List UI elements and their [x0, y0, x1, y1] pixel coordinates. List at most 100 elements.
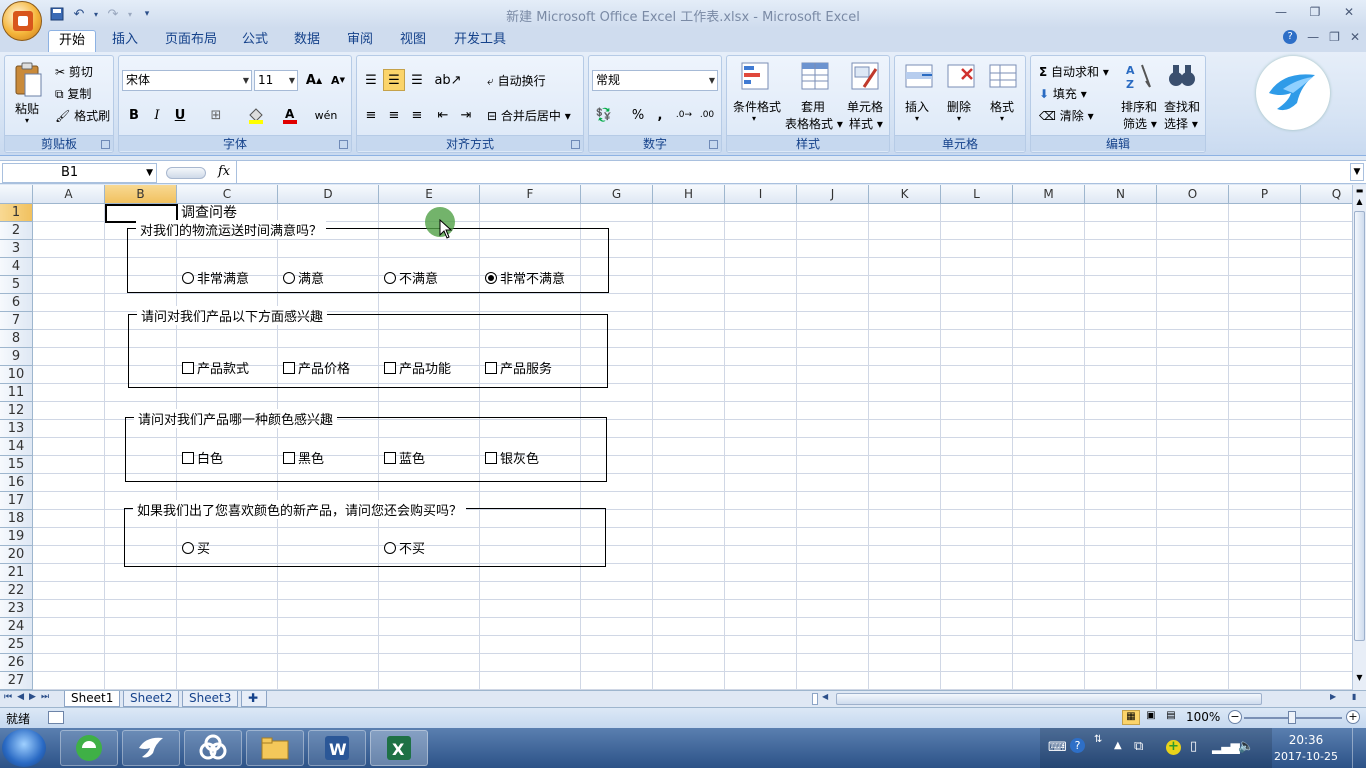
scroll-up-icon[interactable]: ▲ — [1354, 197, 1365, 209]
currency-icon[interactable]: 💱 — [593, 104, 615, 126]
sort-filter-button[interactable]: 筛选 ▾ — [1123, 115, 1157, 132]
column-header[interactable]: K — [869, 185, 941, 204]
tray-help-icon[interactable]: ? — [1070, 738, 1085, 753]
column-header[interactable]: G — [581, 185, 653, 204]
row-header[interactable]: 8 — [0, 330, 33, 348]
wrap-text-button[interactable]: ⤶ 自动换行 — [487, 72, 546, 89]
align-right-icon[interactable]: ≡ — [406, 104, 428, 126]
format-as-table-line1[interactable]: 套用 — [801, 98, 825, 115]
save-icon[interactable] — [48, 5, 66, 23]
cell-styles-line1[interactable]: 单元格 — [847, 98, 883, 115]
q1-option-1[interactable]: 非常满意 — [182, 268, 249, 287]
formula-input[interactable] — [236, 161, 1350, 183]
row-header[interactable]: 13 — [0, 420, 33, 438]
scroll-right-icon[interactable]: ▶ — [1330, 692, 1336, 701]
row-header[interactable]: 10 — [0, 366, 33, 384]
h-split-icon[interactable]: ▮ — [1352, 692, 1356, 701]
tab-split-handle[interactable] — [812, 693, 818, 705]
align-center-icon[interactable]: ≡ — [383, 104, 405, 126]
column-header[interactable]: A — [33, 185, 105, 204]
sheet-tab-1[interactable]: Sheet1 — [64, 691, 121, 707]
tab-insert[interactable]: 插入 — [102, 30, 148, 52]
doc-restore-icon[interactable]: ❐ — [1329, 30, 1340, 44]
taskbar-bird-icon[interactable] — [122, 730, 180, 766]
vertical-scroll-thumb[interactable] — [1354, 211, 1365, 641]
number-launcher-icon[interactable] — [709, 140, 718, 149]
q3-option-4[interactable]: 银灰色 — [485, 448, 539, 467]
format-painter-button[interactable]: 🖌 格式刷 — [55, 107, 110, 124]
tray-signal-icon[interactable]: ▂▄▆ — [1212, 740, 1240, 754]
column-header[interactable]: Q — [1301, 185, 1352, 204]
copy-button[interactable]: ⧉ 复制 — [55, 85, 91, 102]
tray-arrow-icon[interactable]: ▲ — [1114, 740, 1122, 751]
taskbar-folder-icon[interactable] — [246, 730, 304, 766]
row-header[interactable]: 15 — [0, 456, 33, 474]
column-header[interactable]: I — [725, 185, 797, 204]
alignment-launcher-icon[interactable] — [571, 140, 580, 149]
row-header[interactable]: 3 — [0, 240, 33, 258]
tray-network-device-icon[interactable]: ⧉ — [1134, 739, 1143, 754]
font-color-icon[interactable]: A — [279, 104, 301, 126]
tab-page-layout[interactable]: 页面布局 — [155, 30, 227, 52]
comma-icon[interactable]: , — [649, 104, 671, 126]
minimize-icon[interactable]: — — [1264, 0, 1298, 24]
row-header[interactable]: 9 — [0, 348, 33, 366]
phonetic-icon[interactable]: wén — [315, 104, 338, 126]
column-header[interactable]: E — [379, 185, 480, 204]
font-name-select[interactable]: 宋体 ▼ — [122, 70, 252, 91]
insert-cells-button[interactable]: 插入 — [905, 98, 929, 115]
undo-dropdown-icon[interactable]: ▾ — [92, 5, 100, 23]
doc-close-icon[interactable]: ✕ — [1350, 30, 1360, 44]
row-header[interactable]: 2 — [0, 222, 33, 240]
split-handle-icon[interactable]: ▬ — [1354, 186, 1365, 196]
font-launcher-icon[interactable] — [339, 140, 348, 149]
q3-option-3[interactable]: 蓝色 — [384, 448, 425, 467]
shrink-font-icon[interactable]: A ▼ — [327, 69, 349, 91]
q2-option-2[interactable]: 产品价格 — [283, 358, 350, 377]
zoom-level[interactable]: 100% — [1186, 710, 1220, 724]
taskbar-word-icon[interactable]: W — [308, 730, 366, 766]
column-header[interactable]: C — [177, 185, 278, 204]
name-box[interactable]: B1 ▼ — [2, 163, 157, 183]
clock-date[interactable]: 2017-10-25 — [1270, 750, 1342, 763]
cell-styles-icon[interactable] — [849, 60, 881, 92]
row-header[interactable]: 20 — [0, 546, 33, 564]
insert-cells-icon[interactable] — [903, 60, 935, 92]
sheet-tab-3[interactable]: Sheet3 — [182, 691, 239, 707]
number-format-select[interactable]: 常规 ▼ — [592, 70, 718, 91]
align-bottom-icon[interactable]: ☰ — [406, 69, 428, 91]
column-header[interactable]: F — [480, 185, 581, 204]
zoom-out-icon[interactable]: − — [1228, 710, 1242, 724]
row-header[interactable]: 19 — [0, 528, 33, 546]
show-desktop-button[interactable] — [1352, 728, 1366, 768]
start-button-icon[interactable] — [2, 729, 46, 767]
delete-cells-button[interactable]: 删除 — [947, 98, 971, 115]
increase-indent-icon[interactable]: ⇥ — [455, 104, 477, 126]
format-as-table-button[interactable]: 表格格式 ▾ — [785, 115, 843, 132]
close-icon[interactable]: ✕ — [1332, 0, 1366, 24]
bold-icon[interactable]: B — [123, 104, 145, 126]
column-header[interactable]: O — [1157, 185, 1229, 204]
sheet-tab-2[interactable]: Sheet2 — [123, 691, 180, 707]
row-header[interactable]: 21 — [0, 564, 33, 582]
q1-option-2[interactable]: 满意 — [283, 268, 324, 287]
redo-dropdown-icon[interactable]: ▾ — [126, 5, 134, 23]
tab-developer[interactable]: 开发工具 — [444, 30, 516, 52]
row-header[interactable]: 27 — [0, 672, 33, 690]
align-top-icon[interactable]: ☰ — [360, 69, 382, 91]
align-left-icon[interactable]: ≡ — [360, 104, 382, 126]
q3-option-2[interactable]: 黑色 — [283, 448, 324, 467]
decrease-indent-icon[interactable]: ⇤ — [432, 104, 454, 126]
row-header[interactable]: 18 — [0, 510, 33, 528]
q4-option-2[interactable]: 不买 — [384, 538, 425, 557]
tray-expand-icon[interactable]: ⇅ — [1094, 734, 1102, 745]
tray-volume-icon[interactable]: 🔈 — [1238, 739, 1254, 754]
increase-decimal-icon[interactable]: .0→ — [673, 104, 695, 126]
paste-icon[interactable] — [11, 60, 45, 100]
column-header[interactable]: B — [105, 185, 177, 204]
scroll-down-icon[interactable]: ▼ — [1354, 673, 1365, 685]
row-header[interactable]: 12 — [0, 402, 33, 420]
column-header[interactable]: J — [797, 185, 869, 204]
redo-icon[interactable]: ↷ — [104, 5, 122, 23]
row-header[interactable]: 1 — [0, 204, 33, 222]
